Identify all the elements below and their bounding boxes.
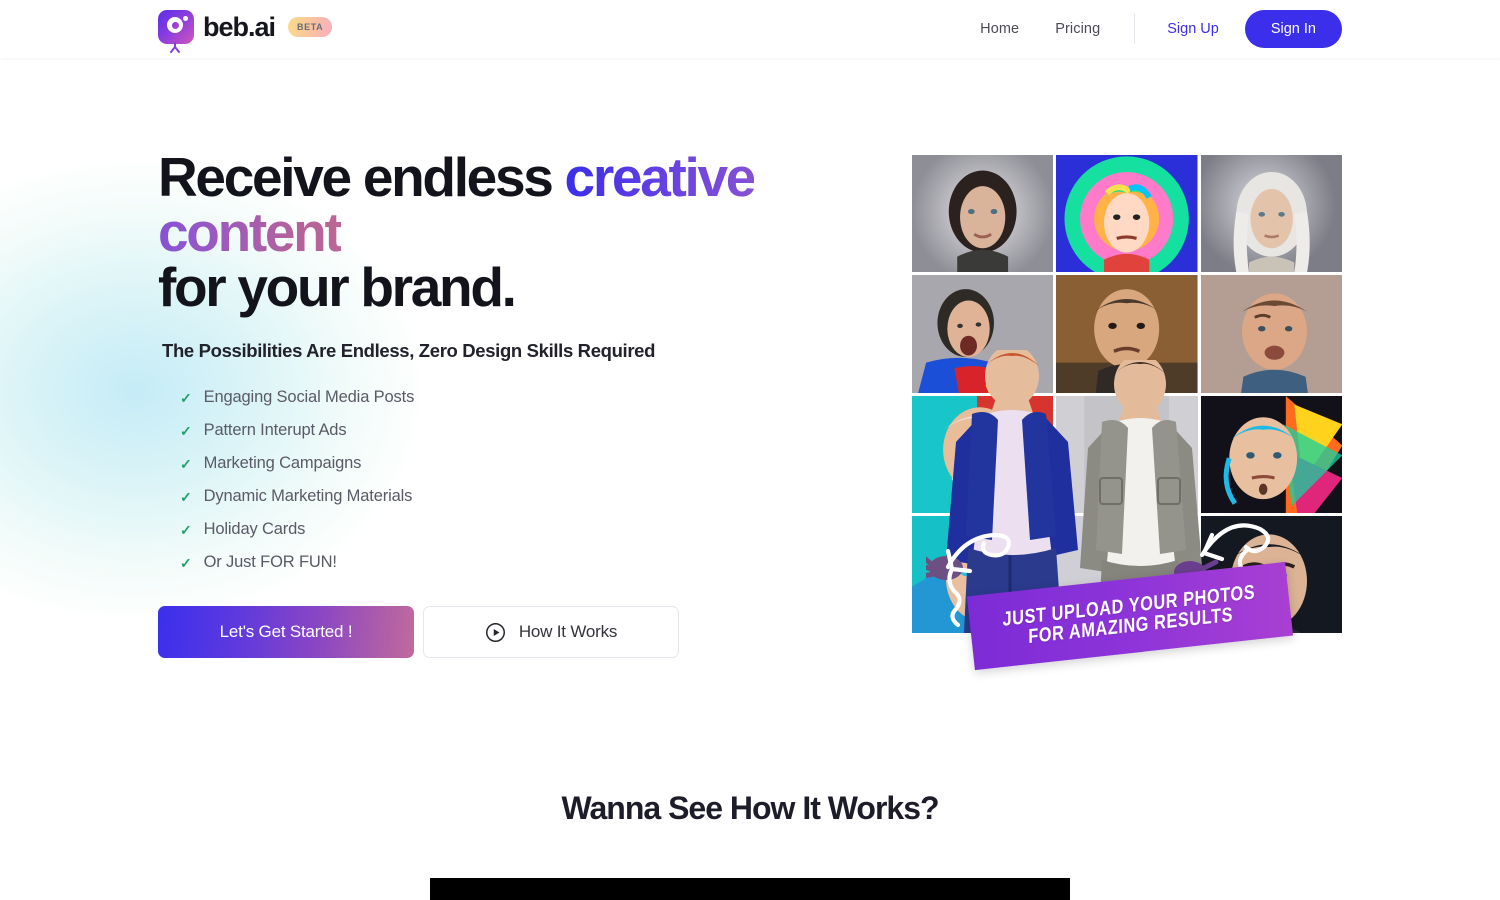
feature-label: Marketing Campaigns <box>203 454 362 472</box>
beta-badge: BETA <box>288 17 333 37</box>
portrait-cell <box>1056 155 1198 273</box>
how-it-works-label: How It Works <box>518 622 618 641</box>
get-started-button[interactable]: Let's Get Started ! <box>158 606 414 658</box>
cta-row: Let's Get Started ! How It Works <box>158 606 898 658</box>
page-title: Receive endless creative content for you… <box>158 150 898 315</box>
brand-logo[interactable]: beb.ai BETA <box>158 10 333 53</box>
feature-label: Or Just FOR FUN! <box>203 553 337 571</box>
nav-item-home[interactable]: Home <box>962 21 1037 37</box>
section-title: Wanna See How It Works? <box>561 790 939 826</box>
primary-nav: Home Pricing Sign Up Sign In <box>962 0 1342 58</box>
how-it-works-button[interactable]: How It Works <box>423 606 679 658</box>
list-item: ✓ Marketing Campaigns <box>158 447 898 480</box>
sign-up-link[interactable]: Sign Up <box>1151 21 1235 37</box>
how-it-works-section: Wanna See How It Works? <box>0 790 1500 900</box>
check-icon: ✓ <box>180 521 192 538</box>
headline-line2: for your brand. <box>158 256 517 318</box>
camera-circle-icon <box>158 10 194 53</box>
headline-line1-plain: Receive endless <box>158 146 565 208</box>
feature-label: Holiday Cards <box>203 520 306 538</box>
feature-label: Pattern Interupt Ads <box>203 421 347 439</box>
brand-name: beb.ai <box>203 11 276 42</box>
nav-item-pricing[interactable]: Pricing <box>1037 21 1118 37</box>
check-icon: ✓ <box>180 554 192 571</box>
feature-list: ✓ Engaging Social Media Posts ✓ Pattern … <box>158 381 898 579</box>
hero-content: Receive endless creative content for you… <box>158 150 898 658</box>
check-icon: ✓ <box>180 488 192 505</box>
pin-stand-icon <box>170 42 180 53</box>
check-icon: ✓ <box>180 455 192 472</box>
check-icon: ✓ <box>180 389 192 406</box>
list-item: ✓ Engaging Social Media Posts <box>158 381 898 414</box>
landing-page: beb.ai BETA Home Pricing Sign Up Sign In… <box>0 0 1500 900</box>
check-icon: ✓ <box>180 422 192 439</box>
feature-label: Engaging Social Media Posts <box>203 388 415 406</box>
feature-label: Dynamic Marketing Materials <box>203 487 413 505</box>
nav-divider <box>1134 14 1136 44</box>
video-player[interactable] <box>430 878 1070 900</box>
play-circle-icon <box>485 622 505 642</box>
hero-subheadline: The Possibilities Are Endless, Zero Desi… <box>162 340 656 361</box>
hero-image-collage: JUST UPLOAD YOUR PHOTOS FOR AMAZING RESU… <box>912 155 1342 671</box>
list-item: ✓ Or Just FOR FUN! <box>158 546 898 579</box>
sign-in-button[interactable]: Sign In <box>1244 10 1342 48</box>
list-item: ✓ Dynamic Marketing Materials <box>158 480 898 513</box>
portrait-cell <box>1200 155 1342 273</box>
portrait-cell <box>912 155 1054 273</box>
list-item: ✓ Pattern Interupt Ads <box>158 414 898 447</box>
list-item: ✓ Holiday Cards <box>158 513 898 546</box>
site-header: beb.ai BETA Home Pricing Sign Up Sign In <box>0 0 1500 58</box>
